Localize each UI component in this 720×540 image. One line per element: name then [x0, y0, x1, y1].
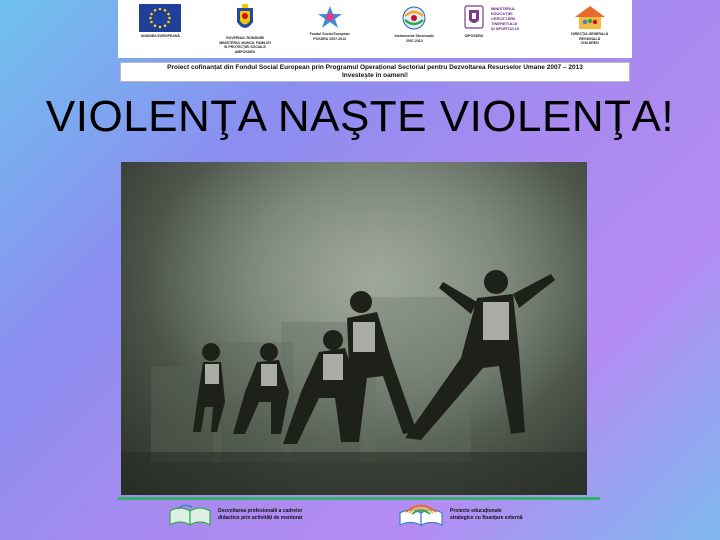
footer-project-2-text: Proiecte educaționale strategice cu fina…	[450, 508, 523, 521]
logo-caption: OIPOSDRU	[464, 34, 484, 38]
regional-directorate-logo: DIRECȚIA GENERALĂ REGIONALĂ CHILDREN	[550, 0, 630, 46]
project-banner: Proiect cofinanțat din Fondul Social Eur…	[120, 62, 630, 82]
eu-flag-icon	[139, 4, 182, 32]
dancers-photo	[121, 162, 587, 495]
logo-caption: DIRECȚIA GENERALĂ REGIONALĂ CHILDREN	[571, 32, 609, 45]
government-logo: GUVERNUL ROMÂNIEI MINISTERUL MUNCII, FAM…	[205, 0, 285, 54]
slide-title: VIOLENŢA NAŞTE VIOLENŢA!	[45, 92, 675, 141]
instrumente-structurale-icon	[402, 6, 426, 30]
house-family-icon	[574, 6, 605, 29]
open-book-rainbow-icon	[399, 504, 443, 526]
instrumente-structurale-logo: Instrumente Structurale 2007-2013	[374, 0, 454, 43]
open-book-icon	[169, 504, 211, 527]
partner-logo-strip: UNIUNEA EUROPEANĂ GUVERNUL ROMÂNIEI MINI…	[118, 0, 632, 58]
banner-line-1: Proiect cofinanțat din Fondul Social Eur…	[167, 64, 583, 71]
footer-project-2: Proiecte educaționale strategice cu fina…	[398, 503, 523, 527]
footer-project-1-text: Dezvoltarea profesională a cadrelor dida…	[218, 508, 303, 521]
ministry-name: MINISTERUL EDUCAȚIEI CERCETĂRII TINERETU…	[490, 6, 519, 31]
ministry-logo: OIPOSDRU MINISTERUL EDUCAȚIEI CERCETĂRII…	[459, 0, 545, 39]
ministry-crest-icon	[464, 5, 484, 29]
logo-caption: GUVERNUL ROMÂNIEI MINISTERUL MUNCII, FAM…	[219, 36, 271, 54]
banner-line-2: Investește în oameni!	[341, 72, 409, 79]
eu-logo: UNIUNEA EUROPEANĂ	[120, 0, 200, 39]
fse-logo: Fondul Social European POSDRU 2007-2013	[290, 0, 370, 41]
logo-caption: Fondul Social European POSDRU 2007-2013	[309, 32, 350, 41]
dancers-silhouette-illustration	[121, 162, 587, 495]
fse-logo-icon	[317, 6, 342, 28]
logo-caption: UNIUNEA EUROPEANĂ	[140, 34, 180, 38]
romania-coat-of-arms-icon	[236, 4, 253, 28]
logo-caption: Instrumente Structurale 2007-2013	[394, 34, 435, 43]
footer-project-1: Dezvoltarea profesională a cadrelor dida…	[168, 503, 302, 527]
footer-divider	[118, 497, 600, 500]
